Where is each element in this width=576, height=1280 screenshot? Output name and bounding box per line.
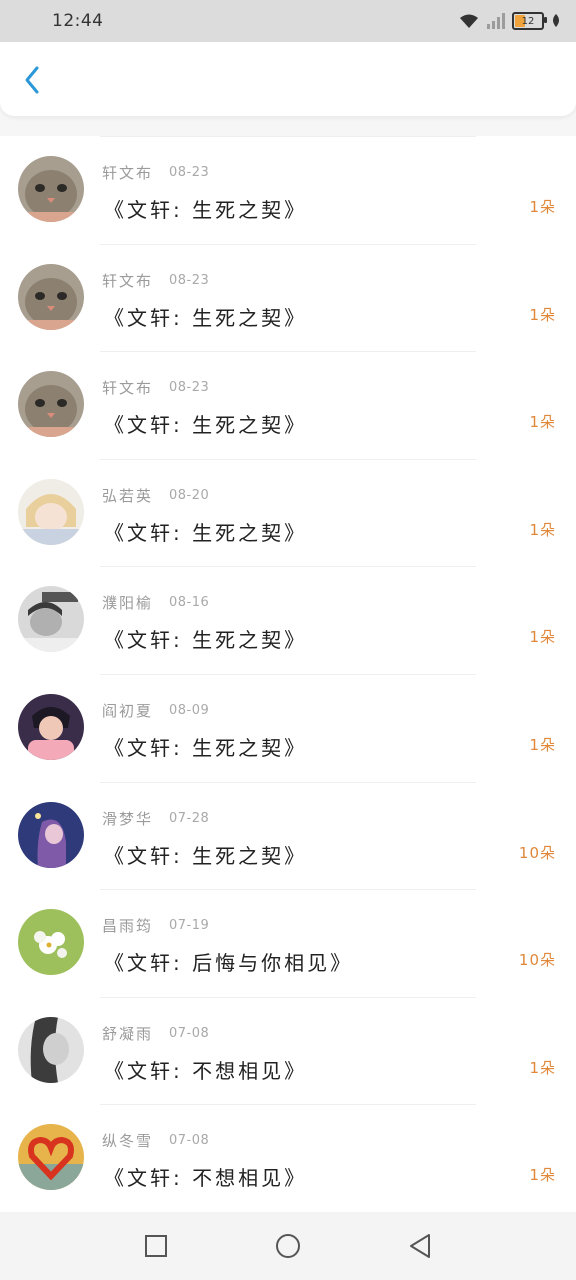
battery-level: 12 <box>521 15 535 27</box>
name-line: 弘若英 08-20 <box>102 485 209 506</box>
user-name: 舒凝雨 <box>102 1024 154 1043</box>
date: 08-23 <box>169 380 210 396</box>
status-icons: 12 <box>458 12 562 30</box>
avatar[interactable] <box>18 586 84 653</box>
avatar[interactable] <box>18 478 84 545</box>
date: 07-08 <box>169 1133 210 1149</box>
avatar[interactable] <box>18 156 84 222</box>
divider <box>100 351 476 353</box>
divider <box>100 889 476 891</box>
list-item[interactable]: 舒凝雨 07-08 《文轩: 不想相见》 1朵 <box>0 996 576 1105</box>
list-item[interactable]: 弘若英 08-20 《文轩: 生死之契》 1朵 <box>0 458 576 567</box>
date: 07-19 <box>169 918 210 934</box>
user-name: 纵冬雪 <box>102 1132 154 1151</box>
date: 08-09 <box>169 702 210 718</box>
book-title: 《文轩: 生死之契》 <box>104 843 308 868</box>
user-name: 弘若英 <box>102 486 154 505</box>
flower-amount: 1朵 <box>529 520 556 539</box>
list-item[interactable]: 轩文布 08-23 《文轩: 生死之契》 1朵 <box>0 136 576 244</box>
book-title: 《文轩: 生死之契》 <box>104 305 308 330</box>
book-title: 《文轩: 不想相见》 <box>104 1166 308 1191</box>
list-item[interactable]: 轩文布 08-23 《文轩: 生死之契》 1朵 <box>0 243 576 352</box>
date: 08-16 <box>169 595 210 611</box>
avatar[interactable] <box>18 1016 84 1083</box>
signal-icon <box>487 13 505 29</box>
name-line: 阎初夏 08-09 <box>102 700 209 721</box>
list-item[interactable]: 纵冬雪 07-08 《文轩: 不想相见》 1朵 <box>0 1104 576 1212</box>
divider <box>100 781 476 783</box>
date: 08-20 <box>169 487 210 503</box>
book-title: 《文轩: 不想相见》 <box>104 1058 308 1083</box>
name-line: 濮阳榆 08-16 <box>102 592 209 613</box>
user-name: 轩文布 <box>102 379 154 398</box>
book-title: 《文轩: 生死之契》 <box>104 735 308 760</box>
date: 07-08 <box>169 1025 210 1041</box>
flower-amount: 1朵 <box>529 735 556 754</box>
status-time: 12:44 <box>52 11 104 31</box>
flower-amount: 1朵 <box>529 413 556 432</box>
avatar[interactable] <box>18 801 84 868</box>
home-button[interactable] <box>266 1224 310 1268</box>
flower-amount: 1朵 <box>529 198 556 216</box>
divider <box>100 136 476 137</box>
book-title: 《文轩: 生死之契》 <box>104 198 308 222</box>
triangle-back-icon <box>410 1234 430 1258</box>
user-name: 阎初夏 <box>102 701 154 720</box>
name-line: 舒凝雨 07-08 <box>102 1023 209 1044</box>
leaf-icon <box>553 14 559 27</box>
flower-amount: 1朵 <box>529 1058 556 1077</box>
book-title: 《文轩: 生死之契》 <box>104 628 308 653</box>
book-title: 《文轩: 生死之契》 <box>104 413 308 438</box>
date: 07-28 <box>169 810 210 826</box>
back-nav-button[interactable] <box>398 1224 442 1268</box>
avatar[interactable] <box>18 693 84 760</box>
flower-amount: 1朵 <box>529 628 556 647</box>
divider <box>100 996 476 998</box>
user-name: 滑梦华 <box>102 809 154 828</box>
divider <box>100 566 476 568</box>
status-bar: 12:44 12 <box>0 0 576 42</box>
user-name: 昌雨筠 <box>102 917 154 936</box>
flower-amount: 10朵 <box>518 843 556 862</box>
battery-icon: 12 <box>512 12 547 30</box>
avatar[interactable] <box>18 1124 84 1191</box>
divider <box>100 1104 476 1106</box>
square-icon <box>145 1235 167 1257</box>
book-title: 《文轩: 生死之契》 <box>104 520 308 545</box>
back-button[interactable] <box>16 64 48 96</box>
avatar[interactable] <box>18 909 84 976</box>
wifi-icon <box>460 14 478 28</box>
divider <box>100 673 476 675</box>
recent-apps-button[interactable] <box>134 1224 178 1268</box>
header <box>0 42 576 116</box>
date: 08-23 <box>169 165 210 180</box>
name-line: 轩文布 08-23 <box>102 162 209 183</box>
list-item[interactable]: 濮阳榆 08-16 《文轩: 生死之契》 1朵 <box>0 566 576 674</box>
list-item[interactable]: 滑梦华 07-28 《文轩: 生死之契》 10朵 <box>0 781 576 890</box>
divider <box>100 458 476 460</box>
flower-amount: 1朵 <box>529 305 556 324</box>
user-name: 轩文布 <box>102 164 154 182</box>
user-name: 濮阳榆 <box>102 594 154 613</box>
name-line: 轩文布 08-23 <box>102 377 209 398</box>
name-line: 昌雨筠 07-19 <box>102 915 209 936</box>
list-item[interactable]: 阎初夏 08-09 《文轩: 生死之契》 1朵 <box>0 673 576 782</box>
user-name: 轩文布 <box>102 271 154 290</box>
circle-icon <box>276 1234 300 1258</box>
name-line: 轩文布 08-23 <box>102 270 209 291</box>
system-nav-bar <box>0 1212 576 1280</box>
name-line: 滑梦华 07-28 <box>102 808 209 829</box>
avatar[interactable] <box>18 263 84 330</box>
book-title: 《文轩: 后悔与你相见》 <box>104 951 354 976</box>
flower-amount: 10朵 <box>518 951 556 970</box>
avatar[interactable] <box>18 371 84 438</box>
chevron-left-icon <box>25 66 39 94</box>
gift-list: 轩文布 08-23 《文轩: 生死之契》 1朵 轩文布 08-23 《文轩: 生… <box>0 136 576 1212</box>
name-line: 纵冬雪 07-08 <box>102 1130 209 1151</box>
divider <box>100 243 476 245</box>
list-item[interactable]: 昌雨筠 07-19 《文轩: 后悔与你相见》 10朵 <box>0 889 576 997</box>
date: 08-23 <box>169 272 210 288</box>
flower-amount: 1朵 <box>529 1166 556 1185</box>
list-item[interactable]: 轩文布 08-23 《文轩: 生死之契》 1朵 <box>0 351 576 459</box>
